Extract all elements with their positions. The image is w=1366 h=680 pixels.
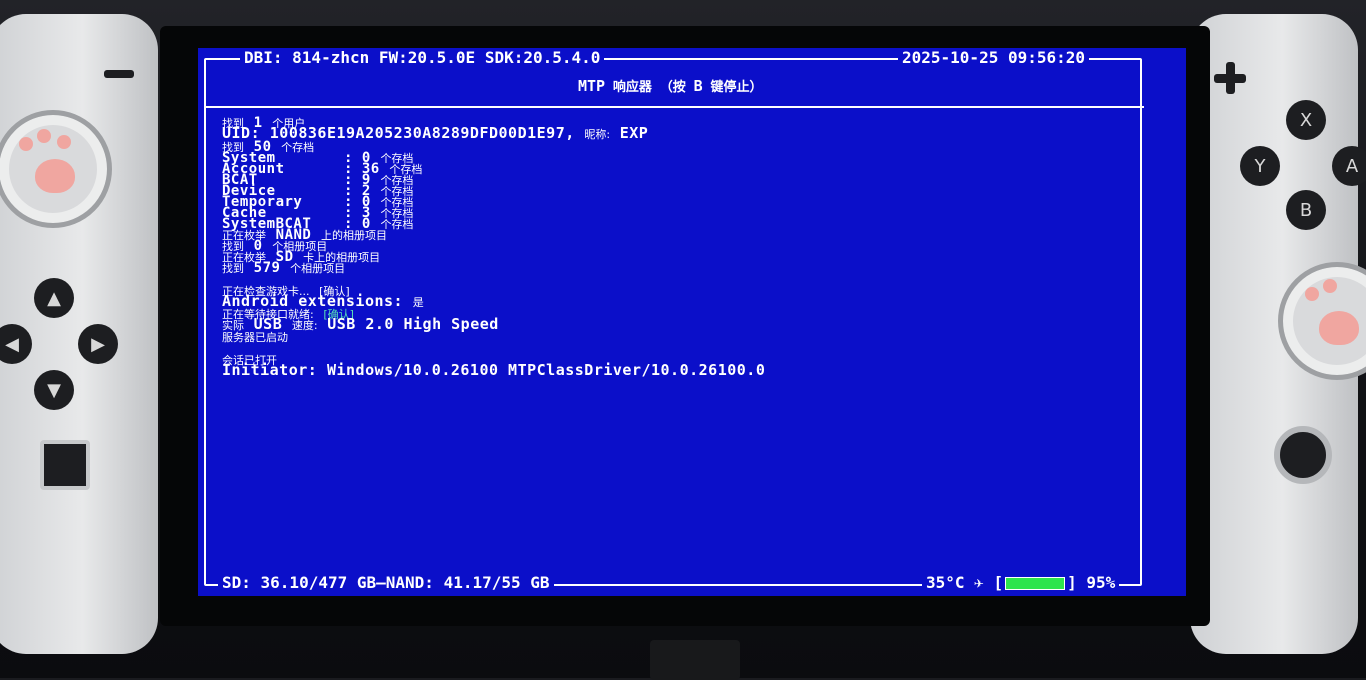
capture-button[interactable] xyxy=(40,440,90,490)
home-button[interactable] xyxy=(1274,426,1332,484)
x-button[interactable]: X xyxy=(1286,100,1326,140)
paw-toe-icon xyxy=(37,129,51,143)
log-text: 找到 xyxy=(222,262,244,275)
sd-usage: SD: 36.10/477 GB xyxy=(222,573,377,592)
airplane-icon: ✈ xyxy=(974,573,984,592)
dbi-screen: DBI: 814-zhcn FW:20.5.0E SDK:20.5.4.0 20… xyxy=(198,48,1186,596)
b-button[interactable]: B xyxy=(1286,190,1326,230)
mode-suffix: 键停止） xyxy=(710,80,763,95)
switch-device: ▲ ▶ ▼ ◀ X Y A B DBI: 814-zhcn FW:20.5.0E… xyxy=(0,0,1366,680)
minus-button[interactable] xyxy=(104,70,134,78)
dpad-right-button[interactable]: ▶ xyxy=(78,324,118,364)
mode-mid: 响应器 （按 xyxy=(612,80,686,95)
app-version-label: DBI: 814-zhcn FW:20.5.0E SDK:20.5.4.0 xyxy=(240,49,605,67)
left-stick[interactable] xyxy=(0,110,112,228)
header-divider xyxy=(204,106,1144,108)
paw-pad-icon xyxy=(35,159,75,193)
temperature: 35°C xyxy=(926,573,965,592)
mode-key: B xyxy=(693,77,703,95)
storage-status: SD: 36.10/477 GB—NAND: 41.17/55 GB xyxy=(218,574,554,592)
nand-usage: NAND: 41.17/55 GB xyxy=(385,573,550,592)
paw-pad-icon xyxy=(1319,311,1359,345)
a-button[interactable]: A xyxy=(1332,146,1366,186)
initiator-label: Initiator: xyxy=(222,361,318,379)
mode-title: MTP 响应器 （按 B 键停止） xyxy=(578,76,762,95)
plus-button-v[interactable] xyxy=(1226,62,1235,94)
paw-toe-icon xyxy=(57,135,71,149)
dpad-up-button[interactable]: ▲ xyxy=(34,278,74,318)
mode-prefix: MTP xyxy=(578,77,606,95)
dpad-left-button[interactable]: ◀ xyxy=(0,324,32,364)
battery-percent: 95% xyxy=(1086,573,1116,592)
dpad-down-button[interactable]: ▼ xyxy=(34,370,74,410)
usb-cable xyxy=(650,640,740,680)
log-text: 服务器已启动 xyxy=(222,331,288,344)
initiator-value: Windows/10.0.26100 MTPClassDriver/10.0.2… xyxy=(326,361,766,379)
left-joycon: ▲ ▶ ▼ ◀ xyxy=(0,14,158,654)
battery-icon: [] xyxy=(993,573,1077,592)
right-joycon: X Y A B xyxy=(1190,14,1366,654)
log-output: 找到 1 个用户 UID: 100836E19A205230A8289DFD00… xyxy=(222,115,766,379)
datetime-label: 2025-10-25 09:56:20 xyxy=(898,49,1090,67)
y-button[interactable]: Y xyxy=(1240,146,1280,186)
log-number: 579 xyxy=(253,260,281,276)
paw-toe-icon xyxy=(1323,279,1337,293)
paw-toe-icon xyxy=(19,137,33,151)
system-status: 35°C ✈ [] 95% xyxy=(922,573,1120,592)
paw-toe-icon xyxy=(1305,287,1319,301)
right-stick[interactable] xyxy=(1278,262,1366,380)
log-text: 个相册项目 xyxy=(290,262,346,275)
